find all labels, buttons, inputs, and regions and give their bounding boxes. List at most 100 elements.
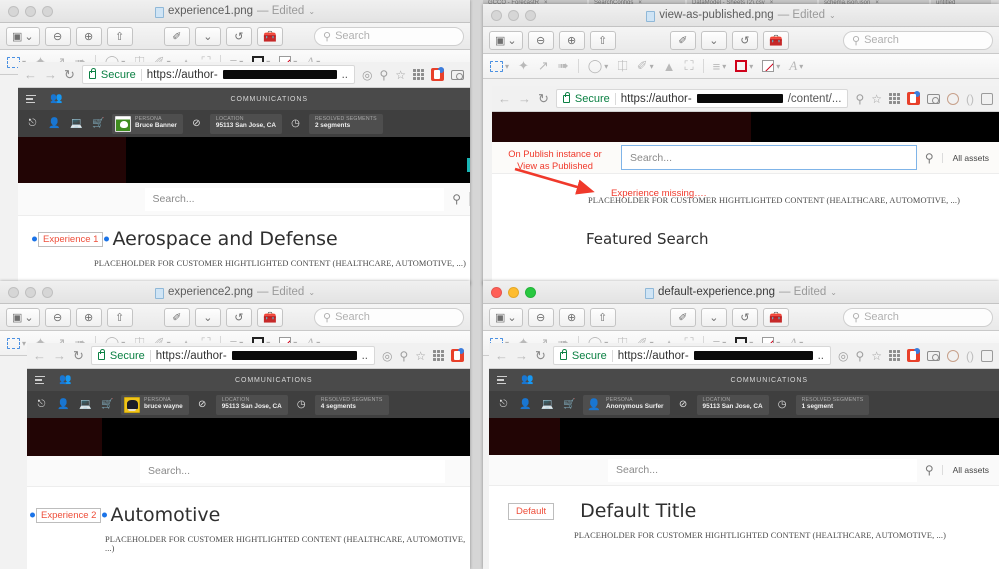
text-style-tool[interactable]: A▾ <box>789 58 803 74</box>
address-bar[interactable]: Secure https://author- /content/... <box>555 89 849 108</box>
ring-icon[interactable] <box>947 92 959 105</box>
toolkit-button[interactable]: 🧰 <box>762 30 789 50</box>
zoom-in-button[interactable]: ⊕ <box>558 307 585 327</box>
window-traffic-lights[interactable] <box>483 9 536 21</box>
titlebar[interactable]: default-experience.png — Edited ⌄ <box>483 281 999 304</box>
zoom-in-button[interactable]: ⊕ <box>75 307 102 327</box>
sketch-tool[interactable]: ↗ <box>538 58 549 74</box>
extension-icon[interactable] <box>451 348 464 362</box>
share-button[interactable]: ⇧ <box>589 30 616 50</box>
ring-icon[interactable] <box>947 349 959 362</box>
sidebar-toggle-button[interactable]: ▣ ⌄ <box>489 30 523 50</box>
extension-icon[interactable] <box>907 348 920 362</box>
window-traffic-lights[interactable] <box>483 286 536 298</box>
segments-chip[interactable]: RESOLVED SEGMENTS 2 segments <box>308 113 383 134</box>
chrome-browser-bar[interactable]: ← → ↻ Secure https://author- .. ◎ ⚲ ☆ <box>18 62 470 88</box>
close-button[interactable] <box>491 9 502 21</box>
bookmark-star-icon[interactable]: ☆ <box>871 92 882 106</box>
titlebar[interactable]: experience1.png — Edited ⌄ <box>0 0 470 23</box>
rotate-button[interactable]: ↺ <box>225 26 252 46</box>
target-icon[interactable]: ◎ <box>362 68 372 82</box>
site-search-input[interactable]: Search... <box>621 145 917 170</box>
maximize-button[interactable] <box>525 9 536 21</box>
device-icon[interactable]: 💻 <box>77 396 94 413</box>
clock-icon[interactable]: ◷ <box>293 396 310 413</box>
markup-options-button[interactable]: ⌄ <box>700 30 727 50</box>
location-chip[interactable]: LOCATION 95113 San Jose, CA <box>696 394 769 415</box>
zoom-icon[interactable]: ⚲ <box>379 68 388 82</box>
titlebar[interactable]: view-as-published.png — Edited ⌄ <box>483 4 999 27</box>
markup-button[interactable]: ✐ <box>669 307 696 327</box>
preview-window-view-as-published[interactable]: view-as-published.png — Edited ⌄ ▣ ⌄ ⊖ ⊕… <box>483 4 999 285</box>
back-icon[interactable]: ← <box>33 348 46 363</box>
target-icon[interactable]: ◎ <box>838 349 848 363</box>
share-button[interactable]: ⇧ <box>106 26 133 46</box>
rotate-button[interactable]: ↺ <box>731 307 758 327</box>
no-entry-icon[interactable]: ⊘ <box>675 396 692 413</box>
zoom-icon[interactable]: ⚲ <box>855 92 864 106</box>
all-assets-link[interactable]: All assets <box>941 465 999 475</box>
segments-chip[interactable]: RESOLVED SEGMENTS 1 segment <box>795 394 870 415</box>
people-icon[interactable]: 👥 <box>59 375 71 385</box>
camera-icon[interactable] <box>927 93 940 104</box>
bookmark-star-icon[interactable]: ☆ <box>871 349 882 363</box>
share-button[interactable]: ⇧ <box>589 307 616 327</box>
shapes-tool[interactable]: ◯▾ <box>588 58 609 74</box>
preview-toolbar[interactable]: ▣ ⌄ ⊖ ⊕ ⇧ ✐ ⌄ ↺ 🧰 ⚲ Search <box>0 304 470 331</box>
markup-button[interactable]: ✐ <box>669 30 696 50</box>
chevron-down-icon[interactable]: ⌄ <box>830 288 837 297</box>
square-icon[interactable] <box>981 349 993 362</box>
selection-tool[interactable]: ▾ <box>490 60 509 72</box>
preview-window-experience1[interactable]: experience1.png — Edited ⌄ ▣ ⌄ ⊖ ⊕ ⇧ ✐ ⌄… <box>0 0 470 285</box>
bookmark-star-icon[interactable]: ☆ <box>415 349 426 363</box>
chevron-down-icon[interactable]: ▾ <box>604 62 608 71</box>
border-color-tool[interactable]: ▾ <box>735 60 753 72</box>
selection-tool[interactable]: ▾ <box>7 337 26 349</box>
titlebar[interactable]: experience2.png — Edited ⌄ <box>0 281 470 304</box>
persona-chip[interactable]: PERSONA Bruce Banner <box>112 113 183 134</box>
chrome-browser-bar[interactable]: ← → ↻ Secure https://author- .. ◎ ⚲ ☆ <box>27 343 470 369</box>
zoom-out-button[interactable]: ⊖ <box>527 30 554 50</box>
chevron-down-icon[interactable]: ▾ <box>776 62 780 71</box>
bookmark-star-icon[interactable]: ☆ <box>395 68 406 82</box>
chevron-down-icon[interactable]: ⌄ <box>507 34 516 47</box>
back-icon[interactable]: ← <box>498 91 511 106</box>
chevron-down-icon[interactable]: ▾ <box>505 62 509 71</box>
device-icon[interactable]: 💻 <box>539 396 556 413</box>
segments-chip[interactable]: RESOLVED SEGMENTS 4 segments <box>314 394 389 415</box>
zoom-icon[interactable]: ⚲ <box>855 349 864 363</box>
maximize-button[interactable] <box>42 5 53 17</box>
zoom-out-button[interactable]: ⊖ <box>44 307 71 327</box>
shape-style-tool[interactable]: ≡▾ <box>713 59 727 74</box>
menu-icon[interactable] <box>497 375 507 385</box>
toolkit-button[interactable]: 🧰 <box>256 26 283 46</box>
cart-icon[interactable]: 🛒 <box>99 396 116 413</box>
reload-icon[interactable]: ↻ <box>538 91 549 107</box>
search-icon[interactable]: ⚲ <box>917 463 942 477</box>
chevron-down-icon[interactable]: ⌄ <box>709 311 718 324</box>
badge-handle-left[interactable] <box>30 512 35 518</box>
paren-icon[interactable]: () <box>966 349 974 363</box>
chevron-down-icon[interactable]: ⌄ <box>308 7 315 16</box>
sidebar-toggle-button[interactable]: ▣ ⌄ <box>6 307 40 327</box>
address-bar[interactable]: Secure https://author- .. <box>90 346 375 365</box>
site-search-input[interactable]: Search... <box>608 458 917 482</box>
chevron-down-icon[interactable]: ⌄ <box>203 30 212 43</box>
preview-window-default-experience[interactable]: default-experience.png — Edited ⌄ ▣ ⌄ ⊖ … <box>483 281 999 569</box>
rotate-button[interactable]: ↺ <box>225 307 252 327</box>
markup-toolbar[interactable]: ▾ ✦ ↗ ➠ ◯▾ ⎅ ✐▾ ▲ ⛶ ≡▾ ▾ ▾ A▾ <box>483 54 999 79</box>
address-bar[interactable]: Secure https://author- .. <box>81 65 355 84</box>
close-button[interactable] <box>8 286 19 298</box>
zoom-in-button[interactable]: ⊕ <box>75 26 102 46</box>
instant-alpha-tool[interactable]: ✦ <box>518 58 529 74</box>
reload-icon[interactable]: ↻ <box>64 67 75 83</box>
home-icon[interactable]: ⎋ <box>33 396 50 413</box>
no-entry-icon[interactable]: ⊘ <box>188 115 205 132</box>
chevron-down-icon[interactable]: ⌄ <box>308 288 315 297</box>
chevron-down-icon[interactable]: ⌄ <box>829 11 836 20</box>
rotate-button[interactable]: ↺ <box>731 30 758 50</box>
persona-chip[interactable]: 👤 PERSONA Anonymous Surfer <box>583 394 670 415</box>
zoom-in-button[interactable]: ⊕ <box>558 30 585 50</box>
search-icon[interactable]: ⚲ <box>917 151 942 165</box>
address-bar[interactable]: Secure https://author- .. <box>552 346 831 365</box>
